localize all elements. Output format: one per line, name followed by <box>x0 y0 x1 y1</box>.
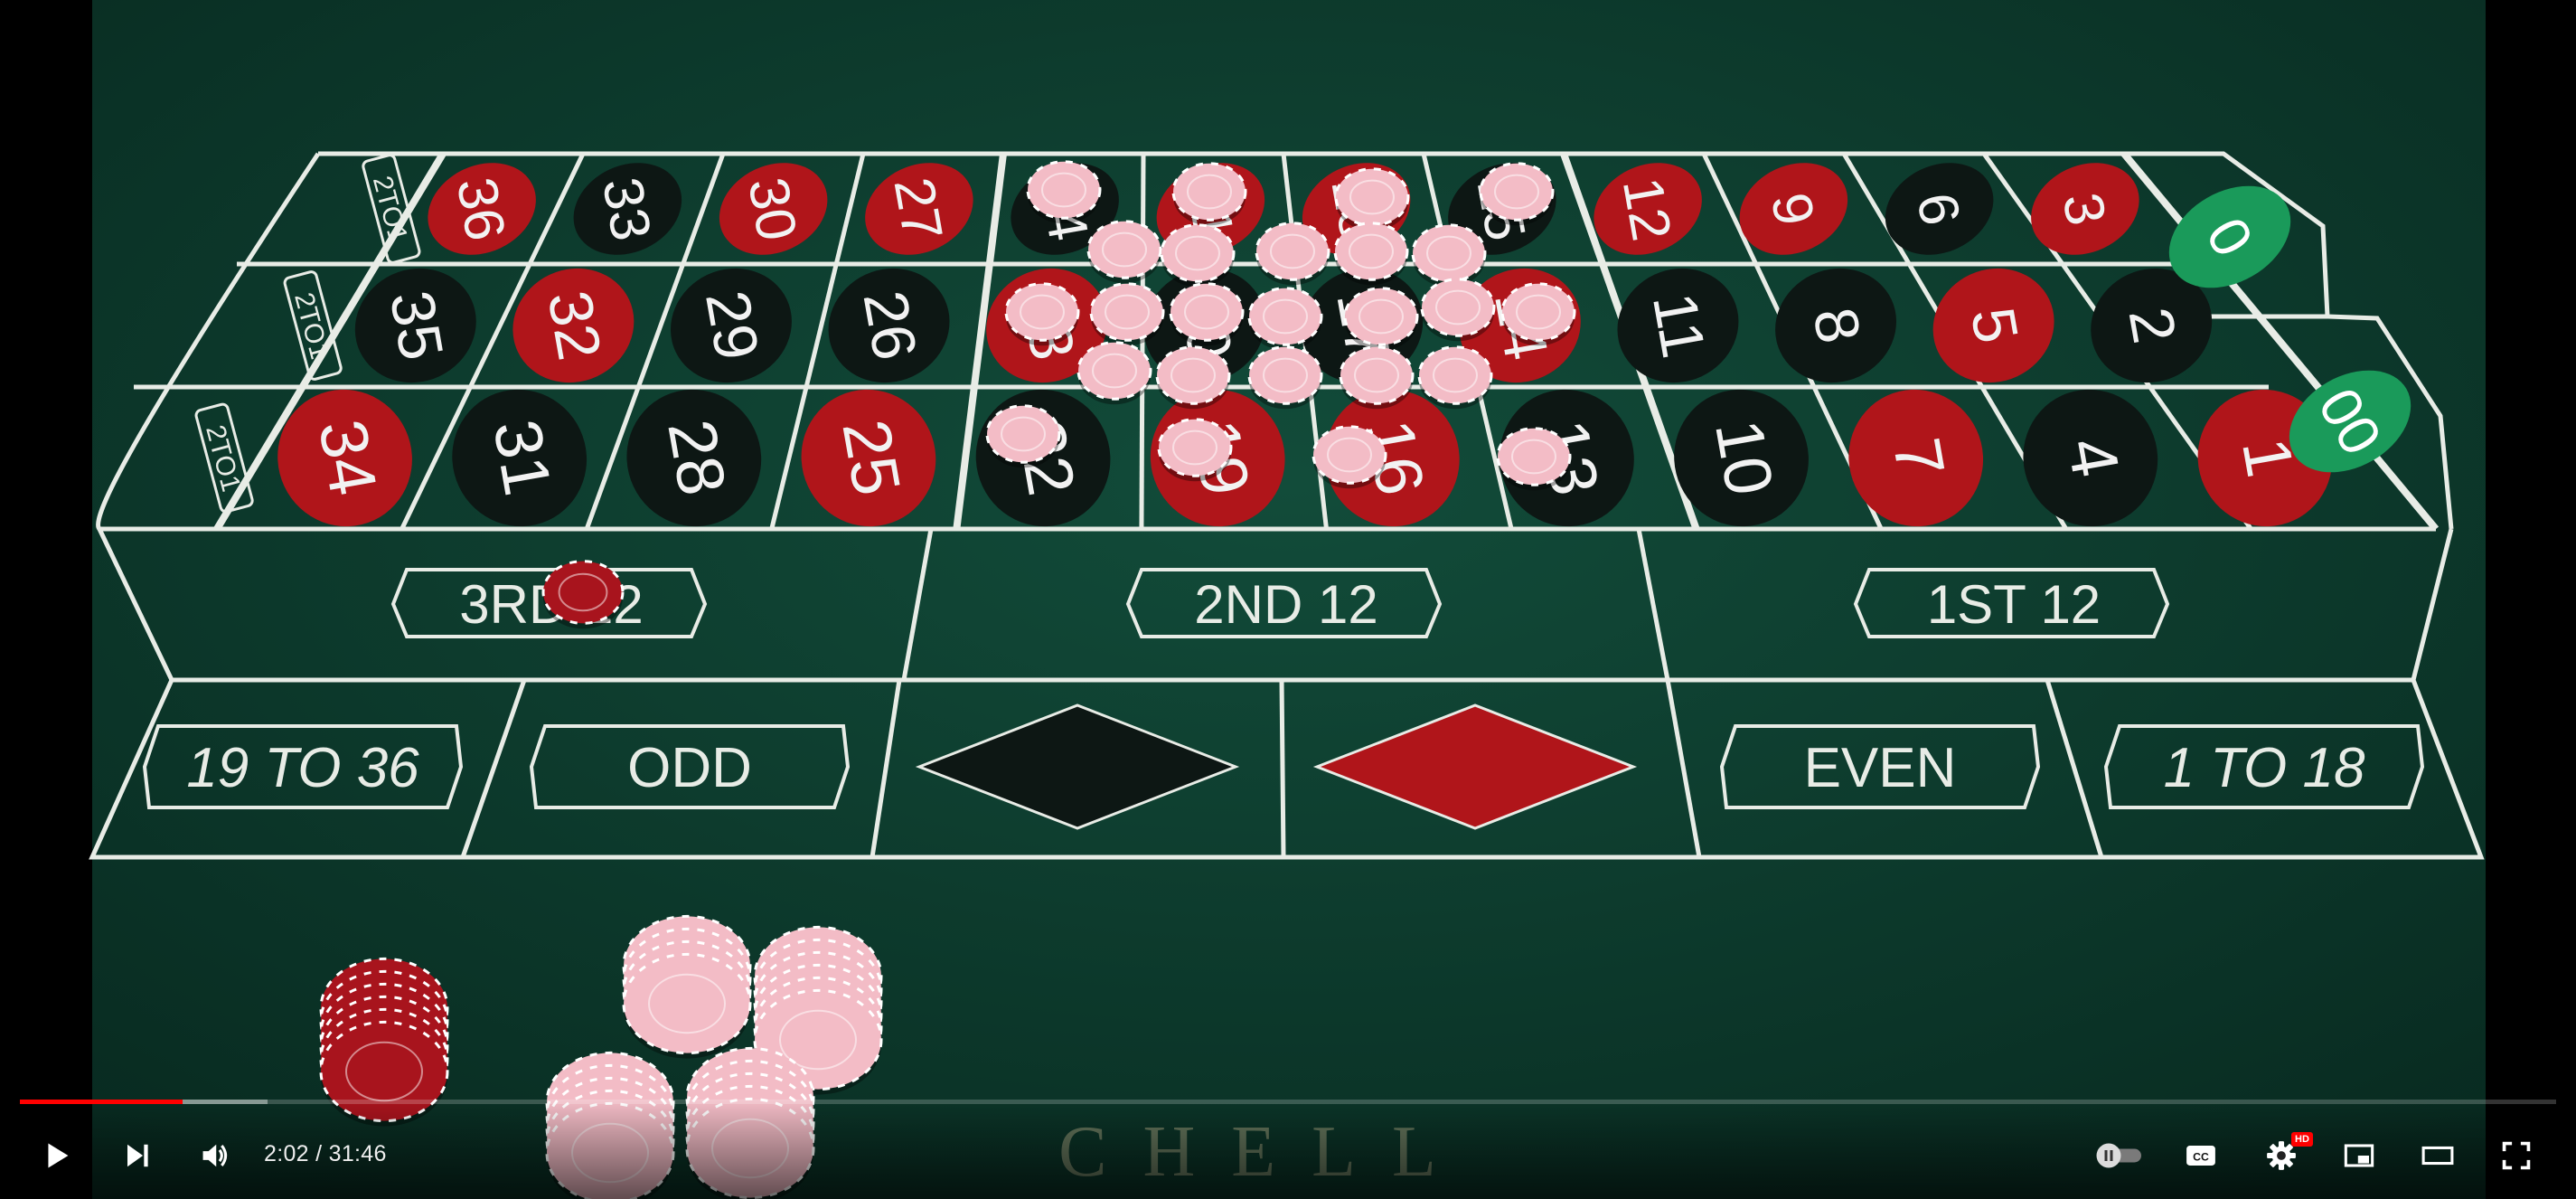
number-label: 11 <box>1640 288 1718 363</box>
outside-label: 19 TO 36 <box>186 737 419 799</box>
number-label: 32 <box>534 286 614 365</box>
chip-pink <box>1500 282 1576 346</box>
chip-pink <box>1255 222 1330 286</box>
chip-pink <box>1157 418 1233 482</box>
svg-text:CC: CC <box>2193 1151 2209 1164</box>
chip-pink <box>1247 345 1323 410</box>
number-label: 30 <box>736 173 808 245</box>
number-label: 26 <box>851 286 930 365</box>
chip-pink <box>1155 345 1231 410</box>
chip-pink <box>1089 282 1165 346</box>
progress-bar[interactable] <box>20 1100 2556 1104</box>
progress-played <box>20 1100 183 1104</box>
time-current: 2:02 <box>264 1141 309 1166</box>
chip-pink <box>1312 425 1387 489</box>
play-button[interactable] <box>29 1128 83 1183</box>
chip-pink <box>1417 345 1493 410</box>
number-label: 28 <box>653 414 740 500</box>
video-frame[interactable]: 2TO12TO12TO13633302724211815129633532292… <box>0 0 2576 1199</box>
chip-pink <box>1169 282 1245 346</box>
chip-pink <box>1420 278 1496 342</box>
autoplay-toggle-icon <box>2096 1143 2141 1168</box>
dozen-label: 1ST 12 <box>1927 574 2101 635</box>
theater-icon <box>2421 1146 2454 1166</box>
outside-bet-19-to-36: 19 TO 36 <box>142 724 464 809</box>
chip-pink <box>1171 162 1247 226</box>
fullscreen-button[interactable] <box>2489 1128 2543 1183</box>
next-icon <box>127 1144 148 1167</box>
outside-label: 1 TO 18 <box>2164 737 2365 799</box>
chip-pink <box>1333 222 1409 286</box>
chip-stack-pink <box>622 952 752 1059</box>
chip-pink <box>1339 345 1415 410</box>
chip-pink <box>1086 220 1162 284</box>
number-label: 35 <box>377 286 456 365</box>
outside-label: ODD <box>627 737 752 799</box>
number-label: 29 <box>692 286 772 365</box>
chip-pink <box>1026 160 1102 224</box>
number-label: 36 <box>445 173 517 245</box>
volume-icon <box>202 1144 228 1167</box>
chip-red <box>541 560 625 629</box>
chip-pink <box>1343 287 1419 351</box>
chip-pink <box>1496 427 1572 491</box>
miniplayer-icon <box>2344 1144 2374 1167</box>
chip-pink <box>985 404 1061 468</box>
cc-icon: CC <box>2186 1146 2215 1166</box>
hd-badge: HD <box>2291 1132 2313 1147</box>
outside-divider <box>1279 679 1286 858</box>
chip-pink <box>1334 167 1410 231</box>
outside-label: EVEN <box>1804 737 1957 799</box>
fullscreen-icon <box>2502 1141 2531 1170</box>
captions-button[interactable]: CC <box>2174 1128 2228 1183</box>
player-controls: 2:02 / 31:46 CC HD <box>0 1100 2576 1199</box>
number-label: 33 <box>590 173 663 245</box>
volume-button[interactable] <box>188 1128 242 1183</box>
chip-pink <box>1479 162 1555 226</box>
time-display: 2:02 / 31:46 <box>264 1141 387 1167</box>
number-label: 10 <box>1701 414 1788 500</box>
chip-pink <box>1247 287 1323 351</box>
number-label: 27 <box>881 173 954 245</box>
autoplay-toggle[interactable] <box>2088 1128 2151 1183</box>
chip-pink <box>1004 282 1080 346</box>
time-total: 31:46 <box>328 1141 387 1166</box>
chip-pink <box>1160 223 1236 288</box>
chip-pink <box>1076 341 1152 405</box>
chip-pink <box>1411 223 1487 288</box>
number-label: 34 <box>305 414 391 500</box>
roulette-table-scene: 2TO12TO12TO13633302724211815129633532292… <box>89 0 2486 1199</box>
play-icon <box>48 1143 69 1168</box>
next-button[interactable] <box>110 1128 165 1183</box>
number-label: 31 <box>479 414 566 500</box>
number-label: 25 <box>828 414 915 500</box>
theater-mode-button[interactable] <box>2411 1128 2465 1183</box>
dozen-label: 2ND 12 <box>1194 574 1377 635</box>
miniplayer-button[interactable] <box>2332 1128 2386 1183</box>
time-separator: / <box>308 1141 329 1166</box>
number-label: 12 <box>1611 173 1683 245</box>
